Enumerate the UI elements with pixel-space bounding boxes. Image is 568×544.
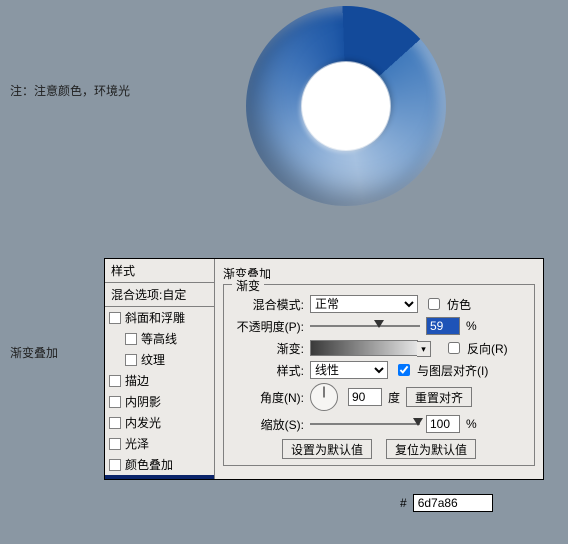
gradient-label: 渐变: [232, 340, 304, 357]
style-label: 内发光 [125, 414, 161, 431]
checkbox-icon[interactable] [125, 354, 137, 366]
angle-label: 角度(N): [232, 389, 304, 406]
checkbox-icon[interactable] [109, 375, 121, 387]
dither-checkbox[interactable]: 仿色 [424, 295, 471, 313]
reset-default-button[interactable]: 复位为默认值 [386, 439, 476, 459]
dither-label: 仿色 [447, 296, 471, 313]
opacity-slider[interactable] [310, 321, 420, 331]
hash-icon: # [400, 496, 407, 510]
style-contour[interactable]: 等高线 [105, 328, 214, 349]
scale-label: 缩放(S): [232, 416, 304, 433]
style-label: 等高线 [141, 330, 177, 347]
fieldset-legend: 渐变 [232, 277, 264, 294]
checkbox-icon[interactable] [109, 438, 121, 450]
align-checkbox[interactable]: 与图层对齐(I) [394, 361, 488, 379]
gradient-fieldset: 渐变 混合模式: 正常 仿色 不透明度(P): % [223, 284, 535, 466]
hex-input[interactable] [413, 494, 493, 512]
checkbox-icon[interactable] [109, 417, 121, 429]
style-inner-glow[interactable]: 内发光 [105, 412, 214, 433]
scale-input[interactable] [426, 415, 460, 433]
styles-pane: 样式 混合选项:自定 斜面和浮雕 等高线 纹理 描边 内阴影 [105, 259, 215, 479]
angle-dial[interactable] [310, 383, 338, 411]
align-check-input[interactable] [398, 364, 410, 376]
layer-style-panel: 样式 混合选项:自定 斜面和浮雕 等高线 纹理 描边 内阴影 [104, 258, 544, 480]
reverse-label: 反向(R) [467, 340, 508, 357]
style-stroke[interactable]: 描边 [105, 370, 214, 391]
style-bevel[interactable]: 斜面和浮雕 [105, 307, 214, 328]
gradient-style-select[interactable]: 线性 [310, 361, 388, 379]
note-text: 注：注意颜色，环境光 [10, 82, 130, 99]
checkbox-icon[interactable] [125, 333, 137, 345]
hex-color-box: # [400, 494, 493, 512]
scale-slider[interactable] [310, 419, 420, 429]
blend-mode-label: 混合模式: [232, 296, 304, 313]
make-default-button[interactable]: 设置为默认值 [282, 439, 372, 459]
opacity-label: 不透明度(P): [232, 318, 304, 335]
opacity-suffix: % [466, 319, 477, 333]
style-label: 纹理 [141, 351, 165, 368]
styles-list: 斜面和浮雕 等高线 纹理 描边 内阴影 内发光 [105, 307, 214, 479]
scale-suffix: % [466, 417, 477, 431]
donut-hole [302, 62, 390, 150]
reset-align-button[interactable]: 重置对齐 [406, 387, 472, 407]
style-label: 颜色叠加 [125, 456, 173, 473]
style-label: 样式: [232, 362, 304, 379]
reverse-checkbox[interactable]: 反向(R) [444, 339, 508, 357]
blend-mode-select[interactable]: 正常 [310, 295, 418, 313]
style-label: 渐变叠加 [125, 477, 173, 479]
style-label: 描边 [125, 372, 149, 389]
gradient-preview[interactable] [310, 340, 418, 356]
content-title: 渐变叠加 [223, 265, 535, 282]
styles-header: 样式 [105, 259, 214, 283]
checkbox-icon[interactable] [109, 459, 121, 471]
blend-options-row[interactable]: 混合选项:自定 [105, 283, 214, 307]
style-satin[interactable]: 光泽 [105, 433, 214, 454]
style-color-overlay[interactable]: 颜色叠加 [105, 454, 214, 475]
donut-preview [246, 6, 446, 206]
style-label: 光泽 [125, 435, 149, 452]
dither-check-input[interactable] [428, 298, 440, 310]
side-label: 渐变叠加 [10, 344, 58, 361]
opacity-input[interactable] [426, 317, 460, 335]
angle-suffix: 度 [388, 389, 400, 406]
style-inner-shadow[interactable]: 内阴影 [105, 391, 214, 412]
style-label: 内阴影 [125, 393, 161, 410]
angle-input[interactable] [348, 388, 382, 406]
style-gradient-overlay[interactable]: ✓ 渐变叠加 [105, 475, 214, 479]
checkbox-icon[interactable] [109, 312, 121, 324]
style-label: 斜面和浮雕 [125, 309, 185, 326]
style-texture[interactable]: 纹理 [105, 349, 214, 370]
align-label: 与图层对齐(I) [417, 362, 488, 379]
content-pane: 渐变叠加 渐变 混合模式: 正常 仿色 不透明度(P): [215, 259, 543, 479]
checkbox-icon[interactable] [109, 396, 121, 408]
reverse-check-input[interactable] [448, 342, 460, 354]
